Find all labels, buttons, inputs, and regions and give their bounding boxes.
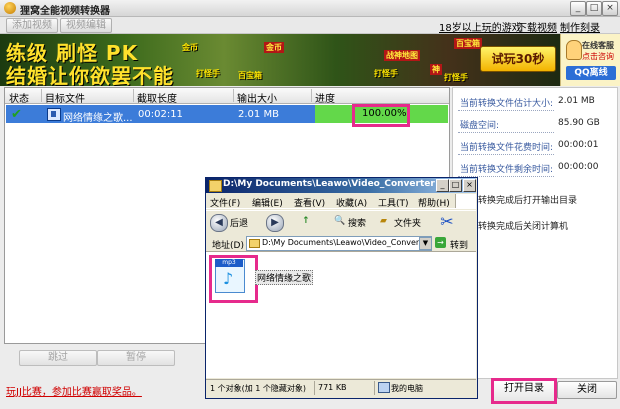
elapsed-time-value: 00:00:01 [558, 140, 599, 150]
banner-tag: 打怪手 [374, 69, 398, 78]
column-divider [133, 89, 134, 102]
menu-favorites[interactable]: 收藏(A) [336, 196, 367, 209]
games-link[interactable]: 18岁以上玩的游戏 [439, 19, 522, 34]
disk-space-label: 磁盘空间: [460, 121, 500, 131]
chevron-down-icon[interactable]: ▼ [419, 237, 432, 250]
skip-button[interactable]: 跳过 [19, 350, 97, 366]
app-logo-icon [4, 2, 16, 14]
divider [458, 154, 554, 156]
scissors-icon[interactable]: ✂ [438, 212, 456, 232]
minimize-button[interactable]: _ [570, 1, 586, 16]
estimated-size-value: 2.01 MB [558, 96, 595, 106]
file-type-tag: mp3 [215, 259, 243, 267]
address-label: 地址(D) [212, 241, 244, 251]
status-size: 771 KB [318, 383, 347, 392]
address-value: D:\My Documents\Leawo\Video_Converter [262, 238, 431, 247]
folder-icon [249, 239, 260, 248]
banner-tag: 打怪手 [444, 73, 468, 82]
shutdown-after-option[interactable]: 转换完成后关闭计算机 [478, 219, 568, 232]
windows-logo-icon [455, 194, 476, 208]
computer-icon [378, 382, 390, 393]
estimated-size-label: 当前转换文件估计大小: [460, 99, 554, 109]
disk-space-value: 85.90 GB [558, 118, 600, 128]
forward-arrow-icon[interactable]: ▶ [266, 214, 284, 232]
up-folder-icon[interactable]: ↑ [302, 216, 310, 226]
back-arrow-icon[interactable]: ◀ [210, 214, 228, 232]
menu-tools[interactable]: 工具(T) [378, 196, 409, 209]
banner-tag: 神 [430, 64, 442, 75]
download-video-link[interactable]: 下载视频 [517, 19, 557, 34]
row-length: 00:02:11 [138, 109, 183, 120]
status-object-count: 1 个对象(加 1 个隐藏对象) [210, 384, 307, 393]
banner-subheadline: 结婚让你欲罢不能 [6, 64, 174, 86]
remaining-time-label: 当前转换文件剩余时间: [460, 165, 554, 175]
banner-tag: 百宝箱 [454, 38, 482, 49]
main-window: 狸窝全能视频转换器 _ □ × 添加视频 视频编辑 18岁以上玩的游戏 下载视频… [0, 0, 620, 409]
window-title: 狸窝全能视频转换器 [20, 6, 110, 17]
remaining-time-value: 00:00:00 [558, 162, 599, 172]
video-edit-button[interactable]: 视频编辑 [60, 18, 112, 33]
maximize-button[interactable]: □ [586, 1, 602, 16]
banner-tag: 战神地图 [384, 50, 420, 61]
go-button[interactable]: 转到 [450, 238, 468, 251]
column-size[interactable]: 输出大小 [237, 90, 277, 105]
go-arrow-icon[interactable]: → [435, 237, 446, 248]
status-location: 我的电脑 [391, 384, 423, 393]
explorer-title: D:\My Documents\Leawo\Video_Converter [223, 179, 435, 189]
open-folder-after-option[interactable]: 转换完成后打开输出目录 [478, 193, 577, 206]
banner-tag: 金币 [264, 42, 284, 53]
support-agent-icon [566, 40, 582, 60]
divider [458, 132, 554, 134]
status-divider [314, 381, 315, 395]
table-header: 状态 目标文件 截取长度 输出大小 进度 [5, 88, 449, 105]
back-button[interactable]: 后退 [230, 216, 248, 229]
music-note-icon: ♪ [223, 269, 234, 288]
search-icon: 🔍 [334, 216, 346, 226]
row-progress: 100.00% [362, 108, 407, 119]
qq-status-button[interactable]: QQ离线 [566, 66, 616, 80]
check-icon: ✔ [11, 107, 22, 122]
video-file-icon [47, 108, 61, 121]
folders-button[interactable]: 文件夹 [394, 216, 421, 229]
search-button[interactable]: 搜索 [348, 216, 366, 229]
column-divider [41, 89, 42, 102]
add-video-button[interactable]: 添加视频 [6, 18, 58, 33]
pause-button[interactable]: 暂停 [97, 350, 175, 366]
column-divider [311, 89, 312, 102]
menu-help[interactable]: 帮助(H) [418, 196, 450, 209]
folders-icon: ▰ [380, 216, 387, 226]
banner-tag: 打怪手 [196, 69, 220, 78]
status-divider [374, 381, 375, 395]
divider [458, 110, 554, 112]
column-status[interactable]: 状态 [9, 90, 29, 105]
explorer-minimize-button[interactable]: _ [436, 179, 449, 192]
folder-icon [209, 180, 222, 192]
try-now-button[interactable]: 试玩30秒 [480, 46, 556, 72]
menu-file[interactable]: 文件(F) [210, 196, 240, 209]
service-title: 在线客服 [582, 41, 614, 50]
promo-link[interactable]: 玩JJ比赛，参加比赛赢取奖品。 [6, 383, 142, 398]
close-button[interactable]: 关闭 [557, 381, 617, 399]
file-name[interactable]: 网络情缘之歌 [255, 270, 314, 285]
column-divider [233, 89, 234, 102]
explorer-maximize-button[interactable]: □ [449, 179, 462, 192]
banner-tag: 百宝箱 [238, 71, 262, 80]
elapsed-time-label: 当前转换文件花费时间: [460, 143, 554, 153]
column-progress[interactable]: 进度 [315, 90, 335, 105]
close-window-button[interactable]: × [602, 1, 618, 16]
row-target-file: 网络情缘之歌... [63, 113, 133, 124]
row-size: 2.01 MB [238, 109, 279, 120]
column-target[interactable]: 目标文件 [45, 90, 85, 105]
open-folder-button[interactable]: 打开目录 [498, 381, 550, 397]
banner-tag: 金币 [182, 43, 198, 52]
ad-banner[interactable]: 练级 刷怪 PK 结婚让你欲罢不能 金币 打怪手 百宝箱 打怪手 金币 百宝箱 … [0, 34, 560, 86]
explorer-close-button[interactable]: × [463, 179, 476, 192]
menu-view[interactable]: 查看(V) [294, 196, 325, 209]
service-subtitle: 点击咨询 [582, 52, 614, 61]
menu-edit[interactable]: 编辑(E) [252, 196, 283, 209]
column-length[interactable]: 截取长度 [137, 90, 177, 105]
